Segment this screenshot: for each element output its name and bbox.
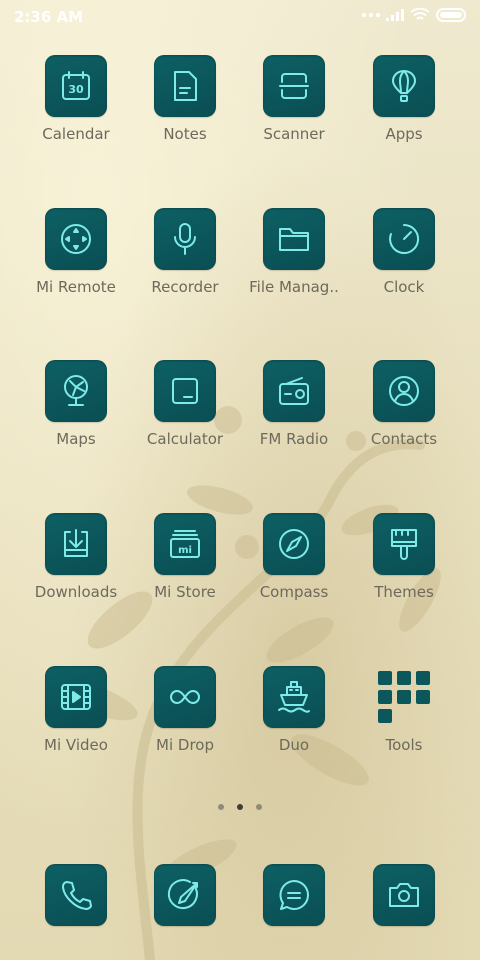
app-notes[interactable]: Notes xyxy=(135,55,235,165)
infinity-icon xyxy=(170,690,200,704)
app-label: Duo xyxy=(278,736,310,754)
calendar-icon: 30 xyxy=(62,71,90,100)
app-compass[interactable]: Compass xyxy=(244,513,344,623)
app-label: Calendar xyxy=(42,125,110,143)
app-label: Apps xyxy=(385,125,423,143)
app-label: Maps xyxy=(56,430,96,448)
page-dot[interactable] xyxy=(256,804,262,810)
compass-icon xyxy=(279,529,309,559)
camera-icon xyxy=(389,883,419,907)
app-mi-video[interactable]: Mi Video xyxy=(26,666,126,776)
app-duo[interactable]: Duo xyxy=(244,666,344,776)
app-label: Recorder xyxy=(151,278,219,296)
tools-folder-icon xyxy=(373,666,435,728)
app-mi-remote[interactable]: Mi Remote xyxy=(26,208,126,318)
scanner-icon xyxy=(279,73,309,99)
mini-app-icon xyxy=(416,690,430,704)
app-label: Compass xyxy=(259,583,329,601)
radio-icon xyxy=(279,377,309,405)
microphone-icon xyxy=(174,223,196,255)
app-file-manager[interactable]: File Manag.. xyxy=(244,208,344,318)
app-label: Mi Remote xyxy=(36,278,116,296)
page-dot[interactable] xyxy=(218,804,224,810)
app-themes[interactable]: Themes xyxy=(354,513,454,623)
app-mi-store[interactable]: mi Mi Store xyxy=(135,513,235,623)
app-label: Themes xyxy=(374,583,434,601)
paintbrush-icon xyxy=(391,529,417,560)
page-indicator xyxy=(0,804,480,810)
ship-icon xyxy=(278,681,310,713)
app-mi-drop[interactable]: Mi Drop xyxy=(135,666,235,776)
message-icon xyxy=(279,880,309,910)
dock-browser[interactable] xyxy=(135,864,235,934)
folder-icon xyxy=(279,228,309,251)
svg-text:mi: mi xyxy=(178,545,192,556)
app-apps[interactable]: Apps xyxy=(354,55,454,165)
phone-icon xyxy=(62,881,92,910)
mini-app-icon xyxy=(397,690,411,704)
mini-app-icon xyxy=(378,709,392,723)
app-tools-folder[interactable]: Tools xyxy=(354,666,454,776)
app-label: Clock xyxy=(383,278,425,296)
contacts-icon xyxy=(389,376,419,406)
browser-icon xyxy=(167,879,198,910)
app-label: FM Radio xyxy=(259,430,329,448)
app-downloads[interactable]: Downloads xyxy=(26,513,126,623)
app-label: Mi Video xyxy=(44,736,108,754)
app-calculator[interactable]: Calculator xyxy=(135,360,235,470)
calculator-icon xyxy=(172,378,198,404)
app-maps[interactable]: Maps xyxy=(26,360,126,470)
dock-phone[interactable] xyxy=(26,864,126,934)
svg-text:30: 30 xyxy=(68,83,84,96)
app-label: Scanner xyxy=(263,125,325,143)
wifi-icon xyxy=(410,8,430,20)
mini-app-icon xyxy=(416,671,430,685)
app-label: Downloads xyxy=(34,583,118,601)
app-label: Mi Drop xyxy=(156,736,214,754)
app-label: Contacts xyxy=(370,430,438,448)
app-contacts[interactable]: Contacts xyxy=(354,360,454,470)
app-clock[interactable]: Clock xyxy=(354,208,454,318)
app-label: File Manag.. xyxy=(249,278,339,296)
status-bar: 2:36 AM xyxy=(0,0,480,34)
mi-store-icon: mi xyxy=(170,530,200,558)
film-icon xyxy=(61,684,91,710)
mini-app-icon xyxy=(378,671,392,685)
app-recorder[interactable]: Recorder xyxy=(135,208,235,318)
app-label: Tools xyxy=(385,736,423,754)
battery-icon xyxy=(436,8,466,22)
notification-dots-icon xyxy=(362,13,380,17)
mini-app-icon xyxy=(397,671,411,685)
app-label: Calculator xyxy=(146,430,224,448)
download-icon xyxy=(64,529,88,557)
signal-icon xyxy=(386,9,404,21)
balloon-icon xyxy=(392,70,416,102)
app-label: Notes xyxy=(163,125,207,143)
mini-app-icon xyxy=(378,690,392,704)
clock-icon xyxy=(389,223,420,254)
app-scanner[interactable]: Scanner xyxy=(244,55,344,165)
dock-messages[interactable] xyxy=(244,864,344,934)
app-calendar[interactable]: 30 Calendar xyxy=(26,55,126,165)
notes-icon xyxy=(174,71,197,101)
app-fm-radio[interactable]: FM Radio xyxy=(244,360,344,470)
page-dot-active[interactable] xyxy=(237,804,243,810)
status-time: 2:36 AM xyxy=(14,8,84,26)
app-label: Mi Store xyxy=(154,583,216,601)
dock-camera[interactable] xyxy=(354,864,454,934)
fan-icon xyxy=(64,375,88,406)
remote-icon xyxy=(61,224,91,254)
